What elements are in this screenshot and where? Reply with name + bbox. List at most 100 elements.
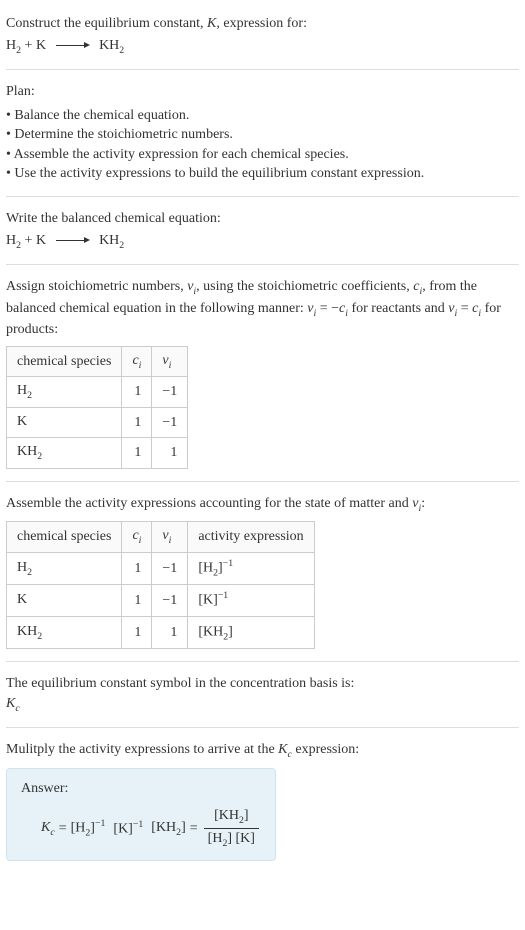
- equals: =: [190, 819, 198, 839]
- stoich-table: chemical species ci νi H2 1 −1 K 1 −1 KH…: [6, 346, 188, 469]
- activity-table: chemical species ci νi activity expressi…: [6, 521, 315, 649]
- assign-text: Assign stoichiometric numbers,: [6, 279, 187, 294]
- col-ci: ci: [122, 346, 152, 377]
- k-symbol: K: [207, 16, 216, 31]
- cell-species: KH2: [7, 617, 122, 649]
- plan-list: Balance the chemical equation. Determine…: [6, 106, 519, 184]
- balanced-section: Write the balanced chemical equation: H2…: [6, 203, 519, 258]
- cell-nu: −1: [152, 407, 188, 438]
- equals: =: [59, 819, 67, 839]
- table-row: K 1 −1: [7, 407, 188, 438]
- fraction-numerator: [KH2]: [210, 806, 252, 828]
- cell-nu: −1: [152, 584, 188, 616]
- c-eq2: ci: [472, 301, 481, 316]
- cell-nu: −1: [152, 552, 188, 584]
- prompt-section: Construct the equilibrium constant, K, e…: [6, 8, 519, 63]
- divider: [6, 481, 519, 482]
- nu-symbol: νi: [412, 496, 421, 511]
- assign-text: , using the stoichiometric coefficients,: [196, 279, 413, 294]
- table-row: H2 1 −1: [7, 377, 188, 408]
- assign-text: for reactants and: [348, 301, 448, 316]
- fraction: [KH2] [H2] [K]: [204, 806, 259, 850]
- cell-species: KH2: [7, 438, 122, 469]
- equation-unbalanced: H2 + K KH2: [6, 36, 519, 58]
- cell-c: 1: [122, 438, 152, 469]
- cell-c: 1: [122, 407, 152, 438]
- col-species: chemical species: [7, 522, 122, 553]
- cell-c: 1: [122, 377, 152, 408]
- colon: :: [421, 496, 425, 511]
- product-kh2: KH2: [99, 233, 124, 248]
- term-kh2: [KH2]: [151, 818, 185, 840]
- cell-c: 1: [122, 617, 152, 649]
- divider: [6, 196, 519, 197]
- kc-symbol: Kc: [6, 694, 519, 716]
- col-species: chemical species: [7, 346, 122, 377]
- answer-label: Answer:: [21, 779, 261, 799]
- eq-sign2: =: [457, 301, 472, 316]
- eq-sign: = −: [316, 301, 339, 316]
- table-row: K 1 −1 [K]−1: [7, 584, 315, 616]
- cell-nu: −1: [152, 377, 188, 408]
- kc-expression: Kc = [H2]−1 [K]−1 [KH2] = [KH2] [H2] [K]: [21, 806, 261, 850]
- reactant-k: K: [36, 233, 46, 248]
- plan-header: Plan:: [6, 82, 519, 102]
- term-k-inv: [K]−1: [113, 818, 143, 839]
- col-nui: νi: [152, 522, 188, 553]
- symbol-section: The equilibrium constant symbol in the c…: [6, 668, 519, 721]
- cell-species: H2: [7, 377, 122, 408]
- divider: [6, 727, 519, 728]
- cell-activity: [K]−1: [188, 584, 314, 616]
- prompt-text: Construct the equilibrium constant,: [6, 16, 207, 31]
- nu-eq: νi: [307, 301, 316, 316]
- cell-species: H2: [7, 552, 122, 584]
- fraction-denominator: [H2] [K]: [204, 828, 259, 851]
- divider: [6, 264, 519, 265]
- plus: +: [21, 38, 36, 53]
- plan-item: Determine the stoichiometric numbers.: [6, 125, 519, 145]
- cell-activity: [H2]−1: [188, 552, 314, 584]
- col-activity: activity expression: [188, 522, 314, 553]
- nu-eq2: νi: [448, 301, 457, 316]
- col-nui: νi: [152, 346, 188, 377]
- prompt-text-end: , expression for:: [216, 16, 307, 31]
- kc-inline: Kc: [278, 742, 292, 757]
- product-kh2: KH2: [99, 38, 124, 53]
- balanced-header: Write the balanced chemical equation:: [6, 209, 519, 229]
- cell-nu: 1: [152, 617, 188, 649]
- table-row: KH2 1 1 [KH2]: [7, 617, 315, 649]
- cell-c: 1: [122, 552, 152, 584]
- kc-lhs: Kc: [41, 818, 55, 840]
- multiply-section: Mulitply the activity expressions to arr…: [6, 734, 519, 867]
- term-h2-inv: [H2]−1: [71, 817, 106, 840]
- multiply-text-end: expression:: [292, 742, 359, 757]
- nu-symbol: νi: [187, 279, 196, 294]
- answer-box: Answer: Kc = [H2]−1 [K]−1 [KH2] = [KH2] …: [6, 768, 276, 862]
- table-row: KH2 1 1: [7, 438, 188, 469]
- divider: [6, 661, 519, 662]
- plan-section: Plan: Balance the chemical equation. Det…: [6, 76, 519, 190]
- reactant-h2: H2: [6, 38, 21, 53]
- symbol-text: The equilibrium constant symbol in the c…: [6, 674, 519, 694]
- table-header-row: chemical species ci νi: [7, 346, 188, 377]
- arrow-icon: [56, 36, 90, 56]
- cell-species: K: [7, 407, 122, 438]
- c-eq: ci: [339, 301, 348, 316]
- c-symbol: ci: [413, 279, 422, 294]
- plan-item: Assemble the activity expression for eac…: [6, 145, 519, 165]
- cell-species: K: [7, 584, 122, 616]
- multiply-text: Mulitply the activity expressions to arr…: [6, 742, 278, 757]
- activity-section: Assemble the activity expressions accoun…: [6, 488, 519, 655]
- plan-item: Balance the chemical equation.: [6, 106, 519, 126]
- table-row: H2 1 −1 [H2]−1: [7, 552, 315, 584]
- arrow-icon: [56, 231, 90, 251]
- divider: [6, 69, 519, 70]
- equation-balanced: H2 + K KH2: [6, 231, 519, 253]
- table-header-row: chemical species ci νi activity expressi…: [7, 522, 315, 553]
- plan-item: Use the activity expressions to build th…: [6, 164, 519, 184]
- reactant-h2: H2: [6, 233, 21, 248]
- plus: +: [21, 233, 36, 248]
- assign-section: Assign stoichiometric numbers, νi, using…: [6, 271, 519, 475]
- activity-text: Assemble the activity expressions accoun…: [6, 496, 412, 511]
- reactant-k: K: [36, 38, 46, 53]
